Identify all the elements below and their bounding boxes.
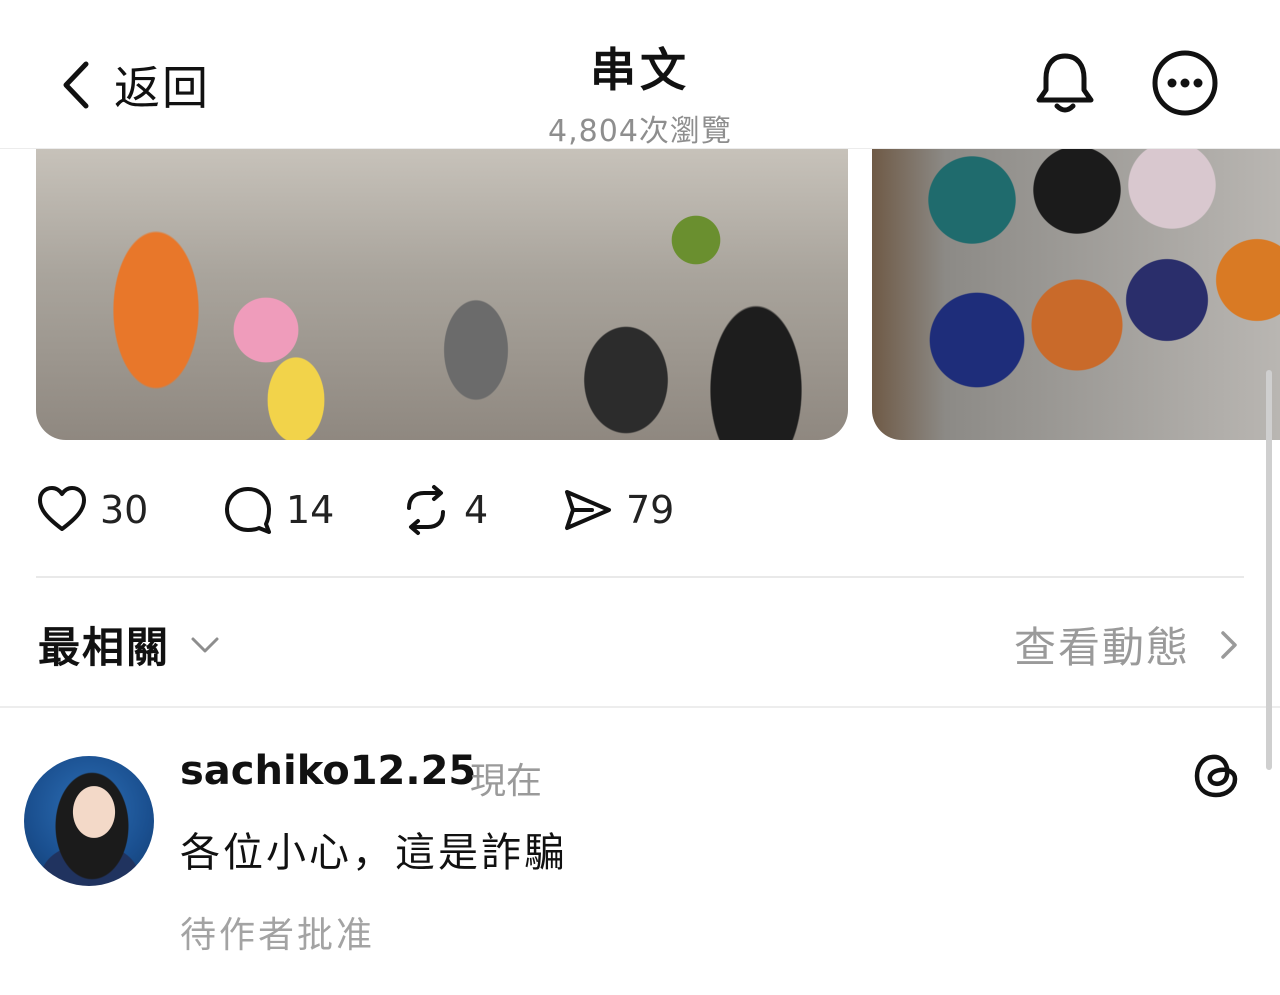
chevron-right-icon bbox=[1221, 630, 1237, 659]
like-button[interactable]: 30 bbox=[36, 484, 222, 536]
reply-timestamp: 現在 bbox=[470, 761, 543, 802]
threads-icon[interactable] bbox=[1190, 748, 1244, 802]
post-image-basketballs[interactable] bbox=[872, 140, 1280, 440]
repost-count: 4 bbox=[464, 488, 489, 532]
share-count: 79 bbox=[626, 488, 675, 532]
comment-icon bbox=[225, 487, 271, 534]
post-action-bar: 30 14 4 79 bbox=[36, 480, 674, 540]
divider bbox=[0, 706, 1280, 708]
avatar[interactable] bbox=[24, 756, 154, 886]
comment-button[interactable]: 14 bbox=[222, 484, 400, 536]
view-activity-label: 查看動態 bbox=[1013, 623, 1190, 672]
sort-dropdown[interactable]: 最相關 bbox=[38, 614, 222, 675]
comment-count: 14 bbox=[286, 488, 335, 532]
bell-icon[interactable] bbox=[1030, 48, 1100, 118]
repost-button[interactable]: 4 bbox=[400, 484, 562, 536]
top-bar: 返回 串文 4,804次瀏覽 bbox=[0, 0, 1280, 149]
pending-approval-status: 待作者批准 bbox=[180, 915, 376, 956]
heart-icon bbox=[38, 486, 86, 531]
sort-label: 最相關 bbox=[38, 623, 171, 672]
reply-text: 各位小心，這是詐騙 bbox=[180, 830, 567, 876]
view-activity-link[interactable]: 查看動態 bbox=[1014, 614, 1244, 675]
reply-username[interactable]: sachiko12.25 bbox=[180, 748, 476, 794]
scrollbar[interactable] bbox=[1266, 370, 1272, 770]
send-icon bbox=[565, 490, 611, 530]
chevron-down-icon bbox=[191, 637, 219, 652]
share-button[interactable]: 79 bbox=[562, 484, 674, 536]
post-image-costumes[interactable] bbox=[36, 140, 848, 440]
more-options-icon[interactable] bbox=[1150, 48, 1220, 118]
repost-icon bbox=[407, 485, 445, 535]
divider bbox=[36, 576, 1244, 578]
like-count: 30 bbox=[100, 488, 149, 532]
